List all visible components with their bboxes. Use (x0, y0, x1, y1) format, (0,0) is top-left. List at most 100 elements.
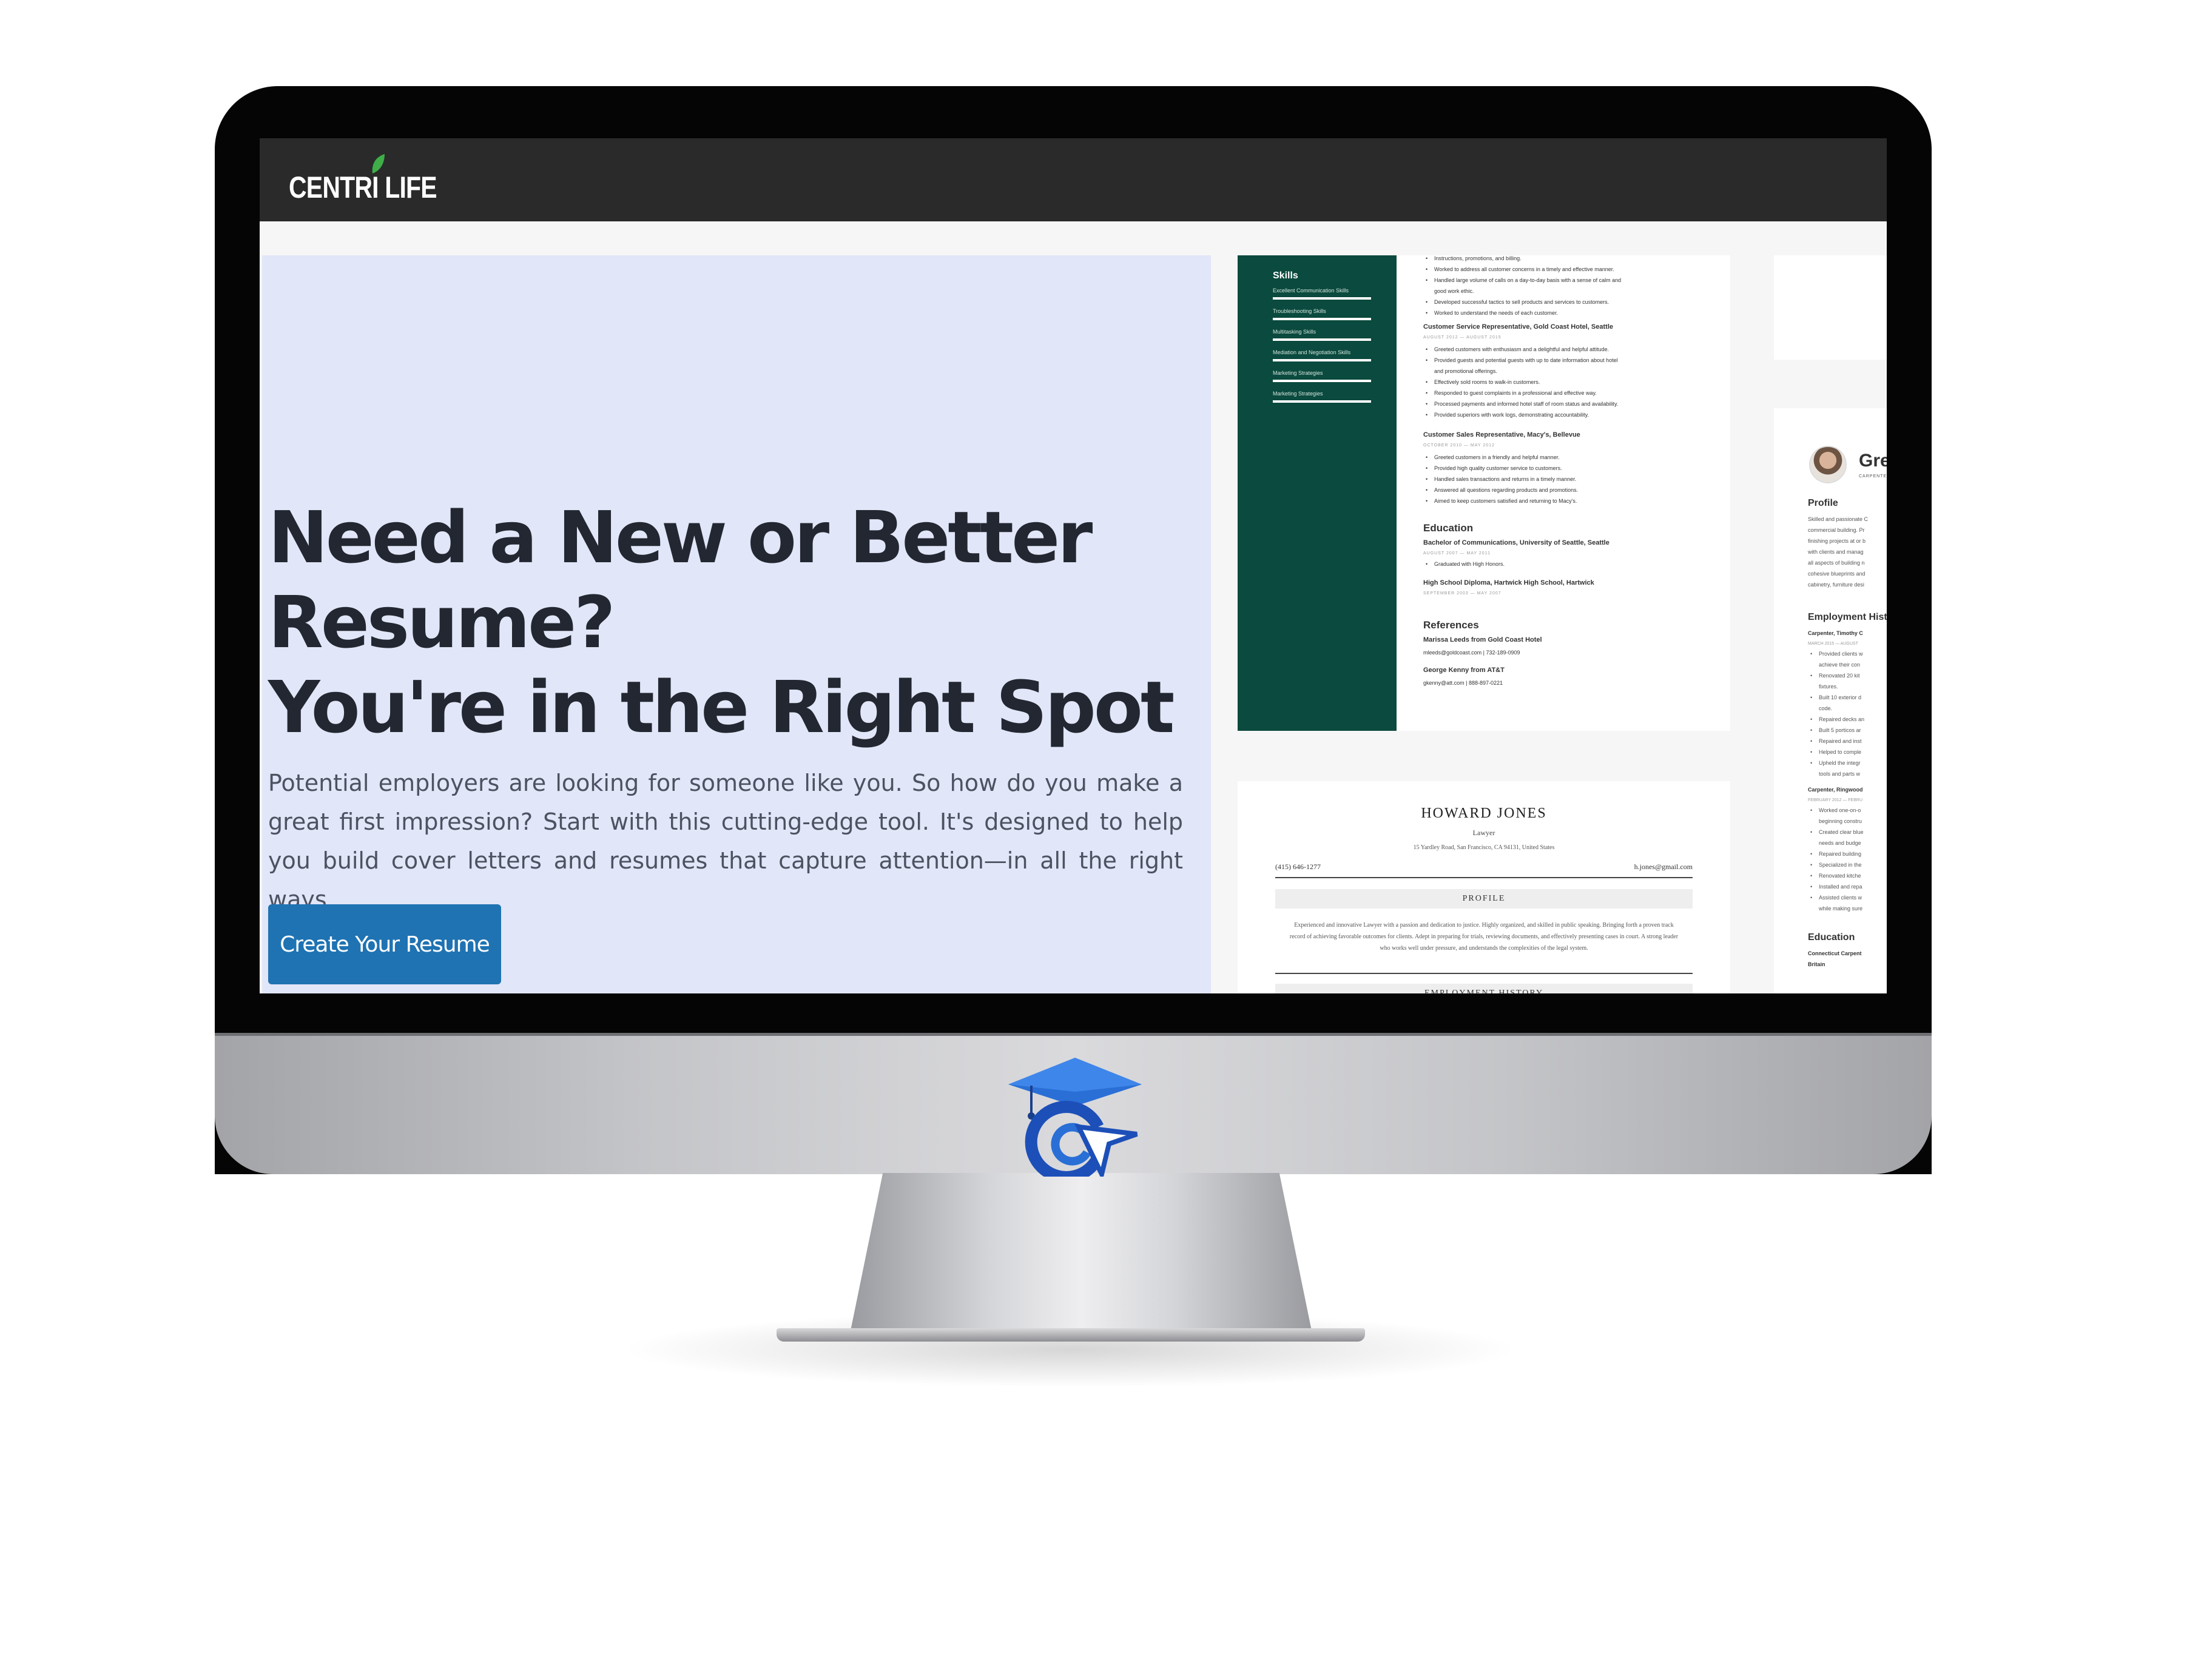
bullet-continued: beginning constru (1819, 818, 1862, 824)
bullet: Repaired decks an (1808, 714, 1887, 725)
bullet-continued: good work ethic. (1434, 288, 1474, 294)
hero-title: Need a New or Better Resume? You're in t… (268, 495, 1202, 750)
resume-template-greg[interactable]: Greg CARPENTER Profile Skilled and passi… (1774, 408, 1887, 993)
divider (1275, 973, 1693, 974)
resume-template-howard-jones[interactable]: HOWARD JONES Lawyer 15 Yardley Road, San… (1238, 781, 1730, 993)
skill-item: Troubleshooting Skills (1273, 308, 1371, 320)
monitor-stand-base (777, 1328, 1365, 1342)
bullet: Answered all questions regarding product… (1423, 485, 1708, 496)
bullet: Responded to guest complaints in a profe… (1423, 388, 1708, 398)
browser-screen: CENTRI LIFE Need a New or Better Resume?… (260, 138, 1887, 993)
text-line: Britain (1808, 961, 1825, 967)
reference-contact: gkenny@att.com | 888-897-0221 (1423, 680, 1503, 686)
hero-title-line: Need a New or Better (268, 496, 1093, 579)
resume-email: h.jones@gmail.com (1634, 862, 1693, 871)
resume-template-green[interactable]: Skills Excellent Communication Skills Tr… (1238, 255, 1730, 731)
job-title: Carpenter, Ringwood (1808, 787, 1863, 793)
bullet-continued: code. (1819, 705, 1833, 711)
education-item: High School Diploma, Hartwick High Schoo… (1423, 579, 1594, 586)
bullet-list: Greeted customers with enthusiasm and a … (1423, 344, 1708, 420)
bullet: Effectively sold rooms to walk-in custom… (1423, 377, 1708, 388)
skill-item: Excellent Communication Skills (1273, 287, 1371, 300)
graduation-cap-cursor-logo-icon (1008, 1058, 1142, 1177)
bullet: Installed and repa (1808, 881, 1887, 892)
profile-text: Skilled and passionate C commercial buil… (1808, 514, 1887, 590)
job-title: Customer Sales Representative, Macy's, B… (1423, 431, 1580, 438)
skills-heading: Skills (1273, 270, 1298, 281)
bullet: Provided high quality customer service t… (1423, 463, 1708, 474)
bullet: Assisted clients w (1808, 892, 1887, 903)
bullet: Processed payments and informed hotel st… (1423, 398, 1708, 409)
skill-item: Multitasking Skills (1273, 329, 1371, 341)
skill-item: Marketing Strategies (1273, 370, 1371, 382)
job-title: Customer Service Representative, Gold Co… (1423, 323, 1613, 331)
education-heading: Education (1423, 522, 1474, 534)
bullet: Helped to comple (1808, 747, 1887, 758)
bullet: Handled sales transactions and returns i… (1423, 474, 1708, 485)
bullet-continued: and promotional offerings. (1434, 368, 1497, 374)
bullet: Provided superiors with work logs, demon… (1423, 409, 1708, 420)
text-line: commercial building. Pr (1808, 527, 1865, 533)
text-line: with clients and manag (1808, 549, 1864, 555)
skill-item: Marketing Strategies (1273, 391, 1371, 403)
bullet: Built 10 exterior d (1808, 692, 1887, 703)
hero-title-line: You're in the Right Spot (268, 665, 1175, 749)
education-text: Connecticut Carpent Britain (1808, 948, 1887, 970)
resume-phone: (415) 646-1277 (1275, 862, 1321, 871)
chin-divider (215, 1033, 1932, 1036)
bullet: Worked to understand the needs of each c… (1423, 307, 1708, 318)
bullet: Created clear blue (1808, 827, 1887, 838)
bullet-continued: needs and budge (1819, 840, 1861, 846)
bullet-list: Instructions, promotions, and billing. W… (1423, 255, 1708, 318)
employment-heading: Employment Histo (1808, 612, 1887, 622)
employment-heading: EMPLOYMENT HISTORY (1275, 984, 1693, 993)
job-title: Carpenter, Timothy C (1808, 630, 1863, 636)
bullet: Provided guests and potential guests wit… (1423, 355, 1708, 366)
reference-contact: mleeds@goldcoast.com | 732-189-0909 (1423, 650, 1520, 656)
bullet: Developed successful tactics to sell pro… (1423, 297, 1708, 307)
reference-name: George Kenny from AT&T (1423, 667, 1505, 674)
create-resume-button[interactable]: Create Your Resume (268, 904, 501, 984)
resume-template-partial[interactable] (1774, 255, 1887, 360)
profile-heading: PROFILE (1275, 889, 1693, 909)
text-line: Skilled and passionate C (1808, 516, 1869, 522)
bullet-list: Graduated with High Honors. (1423, 559, 1708, 570)
job-dates: OCTOBER 2010 — MAY 2012 (1423, 443, 1495, 448)
job-dates: AUGUST 2012 — AUGUST 2015 (1423, 335, 1502, 340)
education-item: Bachelor of Communications, University o… (1423, 539, 1609, 546)
resume-sidebar: Skills Excellent Communication Skills Tr… (1238, 255, 1397, 731)
education-dates: SEPTEMBER 2003 — MAY 2007 (1423, 591, 1502, 596)
bullet-list: Worked one-on-o beginning constru Create… (1808, 805, 1887, 914)
education-heading: Education (1808, 932, 1855, 942)
text-line: finishing projects at or b (1808, 538, 1866, 544)
bullet: Repaired and inst (1808, 736, 1887, 747)
bullet: Aimed to keep customers satisfied and re… (1423, 496, 1708, 506)
education-dates: AUGUST 2007 — MAY 2011 (1423, 551, 1491, 556)
resume-name: Greg (1859, 451, 1887, 471)
bullet: Specialized in the (1808, 859, 1887, 870)
text-line: cabinetry, furniture desi (1808, 582, 1864, 588)
bullet: Worked one-on-o (1808, 805, 1887, 816)
logo-text: CENTRI LIFE (289, 170, 437, 204)
bullet: Greeted customers with enthusiasm and a … (1423, 344, 1708, 355)
divider (1275, 877, 1693, 878)
bullet: Greeted customers in a friendly and help… (1423, 452, 1708, 463)
bullet: Renovated kitche (1808, 870, 1887, 881)
reference-name: Marissa Leeds from Gold Coast Hotel (1423, 636, 1542, 643)
resume-name: HOWARD JONES (1421, 805, 1547, 821)
monitor-stand-neck (851, 1173, 1312, 1331)
text-line: Connecticut Carpent (1808, 950, 1862, 956)
avatar (1809, 446, 1847, 483)
hero-description: Potential employers are looking for some… (268, 770, 1183, 913)
centri-life-logo[interactable]: CENTRI LIFE (289, 154, 469, 212)
text-line: cohesive blueprints and (1808, 571, 1866, 577)
profile-text: Experienced and innovative Lawyer with a… (1289, 922, 1679, 952)
resume-subtitle: CARPENTER (1859, 474, 1887, 479)
site-header: CENTRI LIFE (260, 138, 1887, 221)
profile-heading: Profile (1808, 498, 1838, 508)
bullet: Handled large volume of calls on a day-t… (1423, 275, 1708, 286)
skill-item: Mediation and Negotiation Skills (1273, 349, 1371, 361)
bullet: Worked to address all customer concerns … (1423, 264, 1708, 275)
hero-title-line: Resume? (268, 580, 616, 664)
resume-address: 15 Yardley Road, San Francisco, CA 94131… (1413, 844, 1555, 851)
